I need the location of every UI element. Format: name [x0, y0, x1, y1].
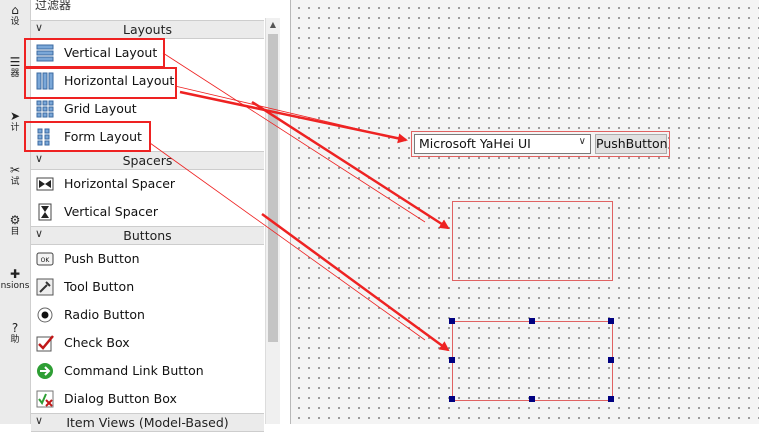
arrow-thin-form	[149, 142, 426, 341]
arrow-horizontal-layout	[179, 90, 408, 144]
arrow-form-layout	[261, 212, 450, 352]
annotation-arrows	[149, 52, 450, 352]
arrow-thin-vertical	[162, 52, 426, 223]
arrow-vertical-layout	[251, 100, 450, 230]
